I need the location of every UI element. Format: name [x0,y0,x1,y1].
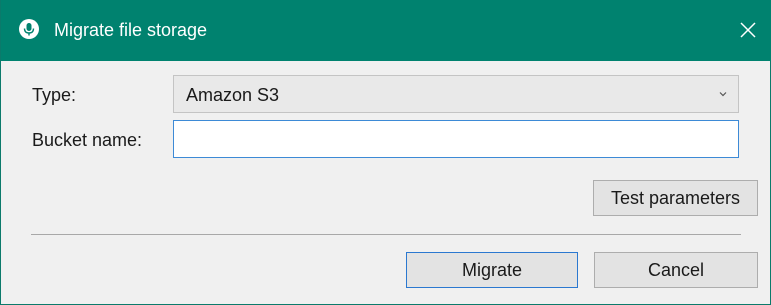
type-select[interactable]: Amazon S3 [173,75,739,113]
separator [31,234,741,235]
test-parameters-button[interactable]: Test parameters [593,180,758,216]
chevron-down-icon [719,92,727,97]
title-bar: Migrate file storage [1,0,771,61]
cancel-button[interactable]: Cancel [594,252,758,288]
bucket-name-input[interactable] [173,120,739,158]
window-title: Migrate file storage [54,20,208,40]
dialog-window: Migrate file storage Type: Amazon S3 Buc… [0,0,771,305]
close-button[interactable] [726,0,771,61]
microphone-icon [19,19,39,39]
type-select-value: Amazon S3 [186,85,280,105]
close-icon [740,22,756,38]
bucket-name-label: Bucket name: [32,130,143,150]
type-label: Type: [32,85,77,105]
migrate-button[interactable]: Migrate [406,252,578,288]
